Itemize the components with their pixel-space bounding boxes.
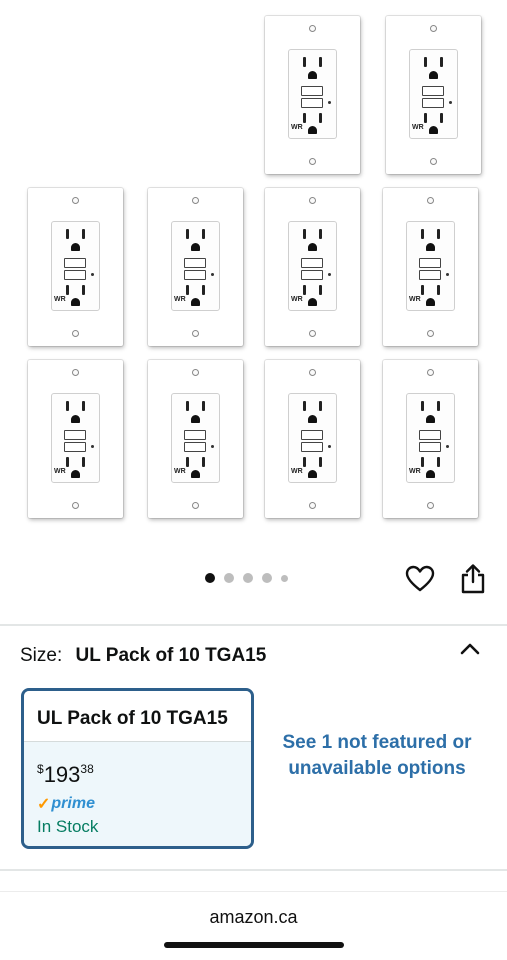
selected-size: UL Pack of 10 TGA15 (75, 645, 267, 666)
price-fraction: 38 (80, 762, 94, 776)
prime-badge: ✓ prime (37, 794, 251, 814)
carousel-dot[interactable] (243, 573, 253, 583)
heart-icon[interactable] (405, 565, 435, 593)
currency-symbol: $ (37, 762, 44, 776)
url-domain[interactable]: amazon.ca (0, 907, 507, 928)
section-divider (0, 869, 507, 871)
outlet-plate-image: WR (28, 188, 123, 346)
home-indicator[interactable] (164, 942, 344, 948)
outlet-plate-image: WR (148, 360, 243, 518)
swatch-title: UL Pack of 10 TGA15 (24, 691, 251, 742)
share-icon[interactable] (459, 563, 487, 595)
carousel-indicator[interactable] (205, 572, 288, 584)
outlet-plate-image: WR (383, 360, 478, 518)
size-selector-header: Size: UL Pack of 10 TGA15 (20, 645, 266, 667)
price-whole: 193 (43, 762, 81, 787)
size-label: Size: (20, 645, 63, 666)
carousel-dot[interactable] (224, 573, 234, 583)
price: $19338 (37, 756, 251, 788)
section-divider (0, 624, 507, 626)
carousel-dot[interactable] (262, 573, 272, 583)
swatch-details: $19338 ✓ prime In Stock (24, 742, 251, 846)
outlet-plate-image: WR (265, 360, 360, 518)
outlet-plate-image: WR (383, 188, 478, 346)
stock-status: In Stock (37, 817, 99, 836)
bottom-bar-border (0, 891, 507, 892)
see-unavailable-options-link[interactable]: See 1 not featured or unavailable option… (272, 730, 482, 782)
outlet-plate-image: WR (386, 16, 481, 174)
outlet-plate-image: WR (148, 188, 243, 346)
carousel-dot-active[interactable] (205, 573, 215, 583)
carousel-dot[interactable] (281, 574, 288, 582)
size-option-swatch[interactable]: UL Pack of 10 TGA15 $19338 ✓ prime In St… (21, 688, 254, 849)
chevron-up-icon[interactable] (459, 641, 481, 657)
outlet-plate-image: WR (265, 16, 360, 174)
prime-check-icon: ✓ (37, 796, 51, 813)
outlet-plate-image: WR (28, 360, 123, 518)
product-image-gallery[interactable]: WR WR WR WR WR WR WR WR WR WR (0, 0, 507, 560)
outlet-plate-image: WR (265, 188, 360, 346)
prime-label: prime (51, 795, 95, 812)
